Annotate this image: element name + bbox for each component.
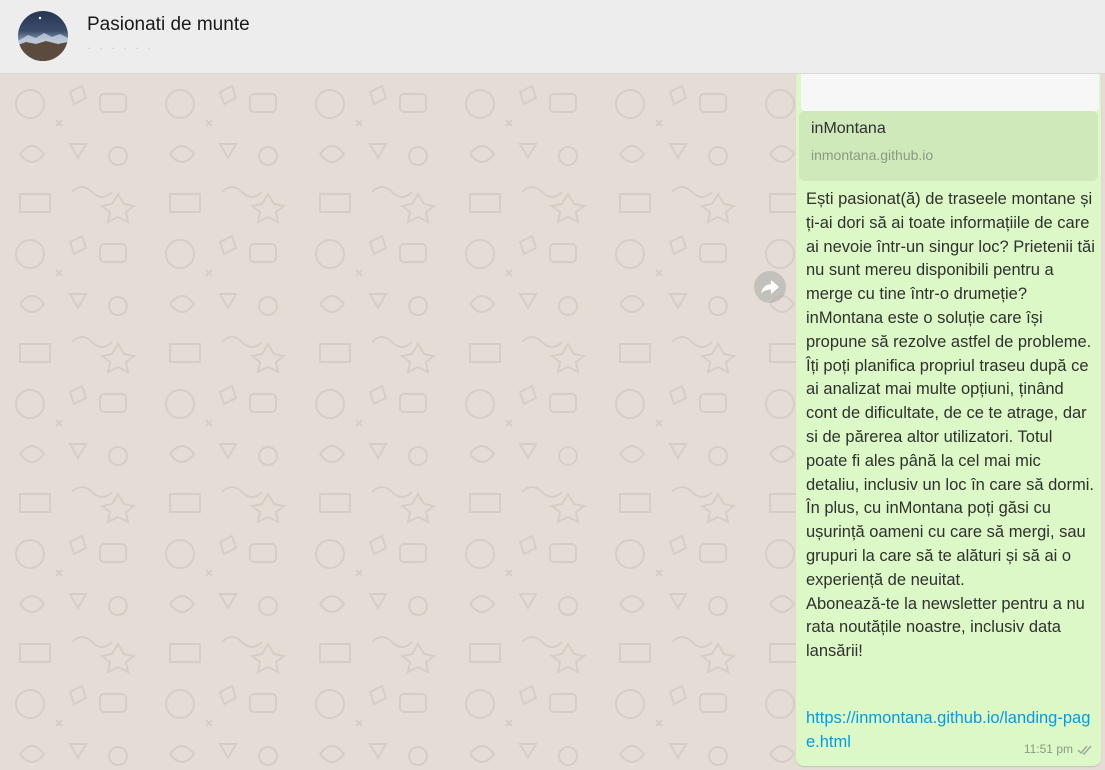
- forward-button[interactable]: [754, 271, 786, 303]
- message-time: 11:51 pm: [1023, 742, 1073, 756]
- group-avatar[interactable]: [18, 11, 68, 61]
- message-text: Ești pasionat(ă) de traseele montane și …: [806, 190, 1095, 661]
- double-check-icon: [1077, 745, 1092, 755]
- forward-icon: [761, 280, 779, 294]
- link-preview-image[interactable]: [801, 74, 1099, 111]
- message-bubble[interactable]: inMontana inmontana.github.io Ești pasio…: [796, 74, 1101, 766]
- link-preview-url: inmontana.github.io: [811, 147, 934, 163]
- chat-area: inMontana inmontana.github.io Ești pasio…: [0, 74, 1105, 770]
- chat-title[interactable]: Pasionati de munte: [87, 13, 250, 37]
- link-preview-title: inMontana: [811, 120, 886, 137]
- link-preview[interactable]: inMontana inmontana.github.io: [799, 111, 1098, 181]
- chat-subtitle: · · · · · ·: [87, 40, 154, 55]
- chat-header: Pasionati de munte · · · · · ·: [0, 0, 1105, 74]
- message-meta: 11:51 pm: [1024, 742, 1093, 756]
